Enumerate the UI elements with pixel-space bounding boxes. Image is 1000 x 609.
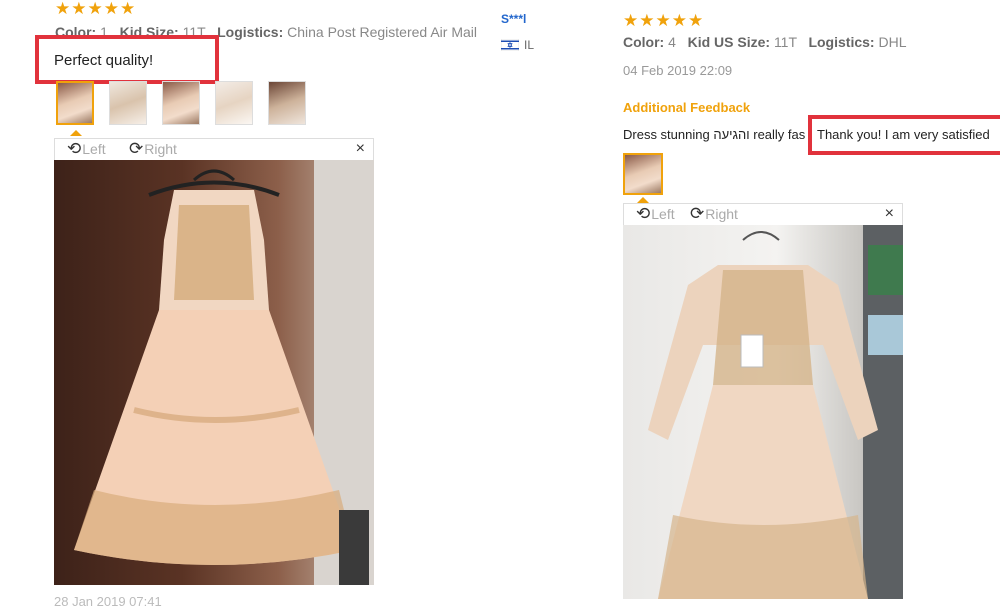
left-rotate-right-button[interactable]: ⟳ Right: [129, 139, 177, 158]
left-comment-highlight: Perfect quality!: [35, 35, 219, 84]
right-rating-stars: ★★★★★: [623, 11, 705, 30]
additional-feedback-label: Additional Feedback: [623, 100, 751, 115]
left-thumbnail-1[interactable]: [56, 81, 94, 125]
left-rotate-right-label: Right: [144, 141, 177, 157]
close-icon[interactable]: ×: [885, 205, 894, 223]
right-feedback-highlight: Thank you! I am very satisfied: [817, 127, 990, 142]
left-review-comment: Perfect quality!: [54, 52, 154, 69]
right-logistics-value: DHL: [878, 34, 907, 50]
right-review-meta: Color: 4 Kid US Size: 11T Logistics: DHL: [623, 34, 906, 50]
left-review-photo: [54, 160, 374, 585]
rotate-left-icon: ⟲: [636, 204, 651, 223]
right-rotate-left-button[interactable]: ⟲ Left: [636, 204, 675, 223]
rotate-right-icon: ⟳: [129, 139, 144, 158]
left-thumbnail-3[interactable]: [162, 81, 200, 125]
right-feedback-text: Dress stunning והגיעה really fas: [623, 127, 806, 142]
right-color-value: 4: [668, 34, 676, 50]
rotate-left-icon: ⟲: [67, 139, 82, 158]
rotate-right-icon: ⟳: [690, 204, 705, 223]
right-size-value: 11T: [773, 34, 797, 50]
right-rotate-right-label: Right: [705, 206, 738, 222]
reviewer-country-code: IL: [524, 38, 535, 52]
right-thumbnail-1[interactable]: [623, 153, 663, 195]
left-rotate-left-label: Left: [82, 141, 106, 157]
right-rotate-left-label: Left: [651, 206, 675, 222]
left-review-date: 28 Jan 2019 07:41: [54, 594, 162, 609]
dress-photo-left: [74, 160, 374, 585]
dress-photo-right: [648, 225, 903, 599]
left-thumbnail-5[interactable]: [268, 81, 306, 125]
left-thumbnail-strip: [56, 81, 306, 125]
right-rotate-right-button[interactable]: ⟳ Right: [690, 204, 738, 223]
right-viewer-toolbar: ⟲ Left ⟳ Right ×: [623, 203, 903, 225]
right-logistics-label: Logistics:: [808, 34, 875, 50]
reviewer-name[interactable]: S***l: [501, 12, 526, 26]
left-thumbnail-2[interactable]: [109, 81, 147, 125]
left-thumbnail-caret: [70, 130, 82, 136]
right-size-label: Kid US Size:: [687, 34, 771, 50]
right-review-photo: [623, 225, 903, 599]
right-review-date: 04 Feb 2019 22:09: [623, 63, 733, 78]
left-rating-stars: ★★★★★: [55, 0, 137, 18]
close-icon[interactable]: ×: [356, 140, 365, 158]
right-comment-highlight: Thank you! I am very satisfied: [808, 115, 1000, 155]
right-color-label: Color:: [623, 34, 665, 50]
left-logistics-value: China Post Registered Air Mail: [287, 24, 477, 40]
reviewer-country: IL: [501, 38, 534, 52]
left-viewer-toolbar: ⟲ Left ⟳ Right ×: [54, 138, 374, 160]
flag-icon: [501, 39, 519, 51]
left-rotate-left-button[interactable]: ⟲ Left: [67, 139, 106, 158]
left-logistics-label: Logistics:: [217, 24, 284, 40]
left-thumbnail-4[interactable]: [215, 81, 253, 125]
